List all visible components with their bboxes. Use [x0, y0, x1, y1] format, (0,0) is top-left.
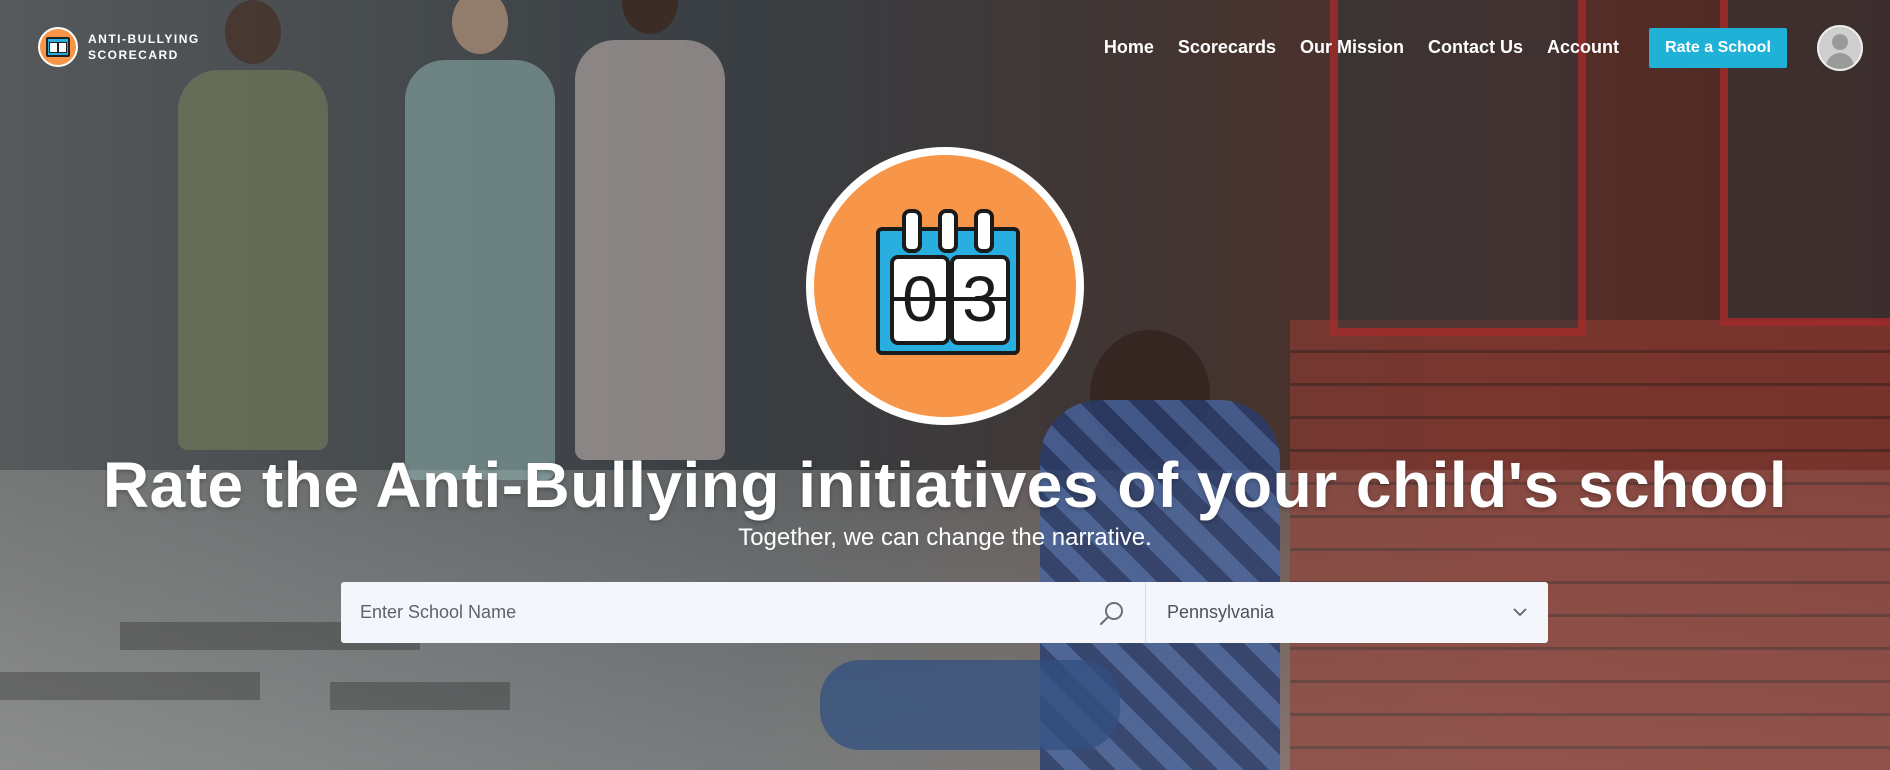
- calendar-logo-icon: [38, 27, 78, 67]
- rate-a-school-button[interactable]: Rate a School: [1649, 27, 1787, 68]
- school-search-bar: Pennsylvania: [341, 582, 1548, 643]
- nav-scorecards[interactable]: Scorecards: [1178, 37, 1276, 58]
- top-navbar: ANTI-BULLYING SCORECARD Home Scorecards …: [0, 0, 1890, 95]
- hero-subheadline: Together, we can change the narrative.: [738, 524, 1152, 551]
- brand-line-2: SCORECARD: [88, 48, 179, 62]
- calendar-ring: [938, 209, 958, 253]
- calendar-icon: 0 3: [876, 209, 1020, 355]
- calendar-digit-card: 3: [950, 255, 1010, 345]
- search-icon[interactable]: [1099, 600, 1125, 626]
- nav-our-mission[interactable]: Our Mission: [1300, 37, 1404, 58]
- school-name-field: [341, 582, 1146, 643]
- state-dropdown[interactable]: Pennsylvania: [1146, 582, 1548, 643]
- student-figure: [405, 0, 555, 480]
- calendar-badge: 0 3: [806, 147, 1084, 425]
- calendar-ring: [902, 209, 922, 253]
- student-figure: [575, 0, 725, 460]
- nav-contact-us[interactable]: Contact Us: [1428, 37, 1523, 58]
- calendar-digit-card: 0: [890, 255, 950, 345]
- nav-menu: Home Scorecards Our Mission Contact Us A…: [1104, 0, 1890, 95]
- nav-home[interactable]: Home: [1104, 37, 1154, 58]
- state-selected-value: Pennsylvania: [1167, 602, 1275, 622]
- school-name-input[interactable]: [341, 582, 1145, 643]
- hero-headline: Rate the Anti-Bullying initiatives of yo…: [102, 449, 1788, 521]
- student-figure: [178, 0, 328, 450]
- brand-wordmark: ANTI-BULLYING SCORECARD: [88, 31, 200, 63]
- floor-tile: [330, 682, 510, 710]
- brand-logo[interactable]: ANTI-BULLYING SCORECARD: [38, 27, 200, 67]
- badge-circle: 0 3: [814, 155, 1076, 417]
- brand-line-1: ANTI-BULLYING: [88, 32, 200, 46]
- chevron-down-icon: [1513, 608, 1527, 617]
- calendar-ring: [974, 209, 994, 253]
- user-avatar-icon[interactable]: [1817, 24, 1863, 71]
- nav-account[interactable]: Account: [1547, 37, 1619, 58]
- floor-tile: [0, 672, 260, 700]
